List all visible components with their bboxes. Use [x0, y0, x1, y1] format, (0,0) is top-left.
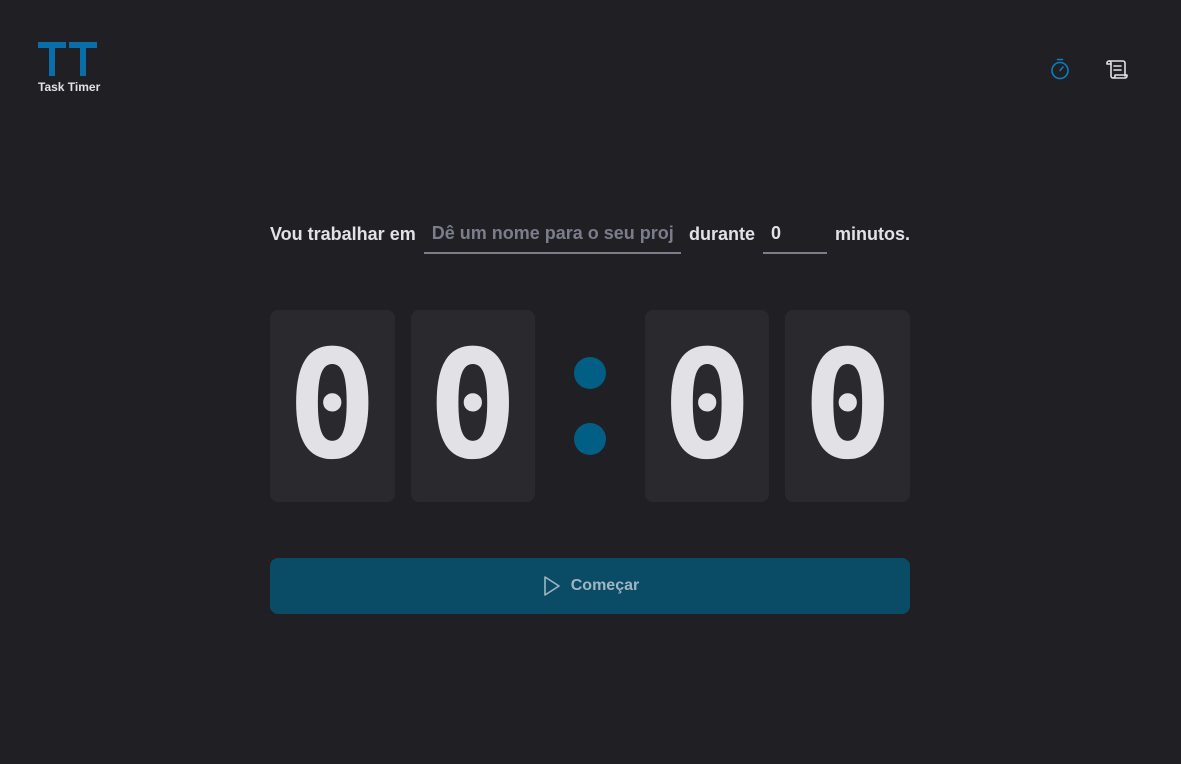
minute-tens-digit: 0	[270, 310, 395, 502]
start-button-label: Começar	[570, 577, 640, 594]
start-button[interactable]: Começar	[270, 558, 910, 614]
task-form: Vou trabalhar em durante minutos.	[270, 214, 910, 254]
timer-icon	[1051, 58, 1069, 80]
work-label: Vou trabalhar em	[270, 223, 416, 244]
logo-tt-mark	[38, 42, 97, 76]
second-units-digit: 0	[785, 310, 911, 502]
scroll-history-icon	[1106, 60, 1128, 79]
separator-dot-bottom	[574, 423, 607, 455]
main-nav	[1047, 56, 1129, 82]
countdown-separator	[551, 310, 629, 502]
logo: Task Timer	[38, 40, 101, 94]
second-tens-digit: 0	[644, 310, 770, 502]
nav-history-link[interactable]	[1103, 56, 1129, 82]
minutes-input[interactable]	[763, 214, 827, 254]
minute-units-digit: 0	[410, 310, 536, 502]
separator-dot-top	[574, 357, 607, 389]
minutes-label: minutos.	[835, 223, 910, 244]
during-label: durante	[688, 223, 755, 244]
play-icon	[543, 576, 560, 596]
task-input[interactable]	[423, 214, 681, 254]
logo-text: Task Timer	[38, 80, 101, 94]
countdown-display: 0 0 0 0	[270, 310, 911, 502]
nav-timer-link[interactable]	[1047, 56, 1073, 82]
